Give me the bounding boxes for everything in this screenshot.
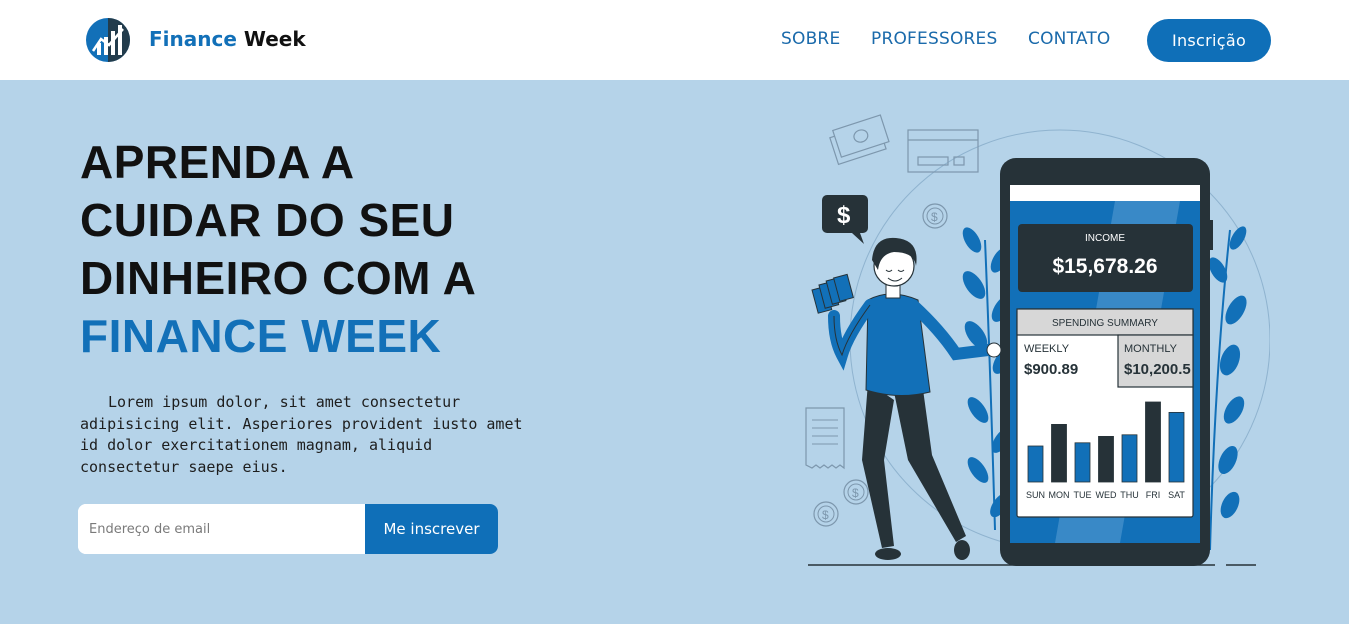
monthly-label: MONTHLY <box>1124 343 1178 355</box>
leaf-plant-icon <box>1208 226 1247 551</box>
coin-icon: $ <box>922 203 948 229</box>
svg-text:$: $ <box>852 486 859 500</box>
weekly-label: WEEKLY <box>1024 343 1070 355</box>
nav-link-professores[interactable]: PROFESSORES <box>871 29 997 49</box>
hero-title-line-3: DINHEIRO COM A <box>80 252 477 304</box>
weekly-value: $900.89 <box>1024 361 1078 378</box>
hero-title-highlight: FINANCE WEEK <box>80 310 442 362</box>
receipt-icon <box>805 407 845 470</box>
speech-symbol: $ <box>837 202 851 229</box>
logo-icon[interactable] <box>85 17 131 63</box>
subscribe-button[interactable]: Me inscrever <box>365 504 498 554</box>
hero-title: APRENDA A CUIDAR DO SEU DINHEIRO COM A F… <box>80 133 640 365</box>
day-label-tue: TUE <box>1074 490 1092 500</box>
newsletter-form: Me inscrever <box>78 504 498 554</box>
spending-bar-sun <box>1027 445 1044 483</box>
day-label-thu: THU <box>1120 490 1139 500</box>
nav-link-sobre[interactable]: SOBRE <box>781 29 840 49</box>
svg-text:$: $ <box>822 508 829 522</box>
income-card: INCOME $15,678.26 <box>1018 224 1193 292</box>
coin-icon: $ <box>813 501 839 527</box>
brand-second: Week <box>243 27 306 51</box>
spending-bar-wed <box>1098 435 1114 483</box>
day-label-fri: FRI <box>1146 490 1161 500</box>
cash-notes-icon <box>829 114 890 166</box>
dollar-speech-bubble-icon: $ <box>822 195 868 244</box>
top-navbar: Finance Week SOBRE PROFESSORES CONTATO I… <box>0 0 1349 80</box>
spending-bar-mon <box>1051 423 1067 483</box>
spending-bar-sat <box>1168 411 1185 483</box>
spending-bar-thu <box>1121 434 1138 483</box>
spending-title: SPENDING SUMMARY <box>1052 318 1158 329</box>
income-label: INCOME <box>1085 233 1125 244</box>
brand-name[interactable]: Finance Week <box>149 27 306 51</box>
cash-fan <box>811 273 854 314</box>
hero-title-line-1: APRENDA A <box>80 136 355 188</box>
svg-text:$: $ <box>931 210 938 224</box>
inscricao-button[interactable]: Inscrição <box>1147 19 1271 62</box>
spending-summary-card: SPENDING SUMMARY WEEKLY $900.89 MONTHLY … <box>1016 308 1194 518</box>
hero-paragraph: Lorem ipsum dolor, sit amet consectetur … <box>80 393 523 476</box>
nav-link-contato[interactable]: CONTATO <box>1028 29 1111 49</box>
spending-bar-tue <box>1074 442 1091 483</box>
monthly-value: $10,200.5 <box>1124 361 1191 378</box>
day-label-wed: WED <box>1096 490 1117 500</box>
email-input[interactable] <box>78 504 365 554</box>
day-label-mon: MON <box>1049 490 1070 500</box>
spending-bar-fri <box>1145 401 1161 483</box>
finance-illustration: $ $ $ $ INCOME $15,678.26 SPENDING SUMMA… <box>805 114 1270 566</box>
day-label-sat: SAT <box>1168 490 1185 500</box>
hero-title-line-2: CUIDAR DO SEU <box>80 194 455 246</box>
coin-icon: $ <box>843 479 869 505</box>
brand-first: Finance <box>149 27 237 51</box>
income-value: $15,678.26 <box>1052 255 1157 278</box>
day-label-sun: SUN <box>1026 490 1045 500</box>
